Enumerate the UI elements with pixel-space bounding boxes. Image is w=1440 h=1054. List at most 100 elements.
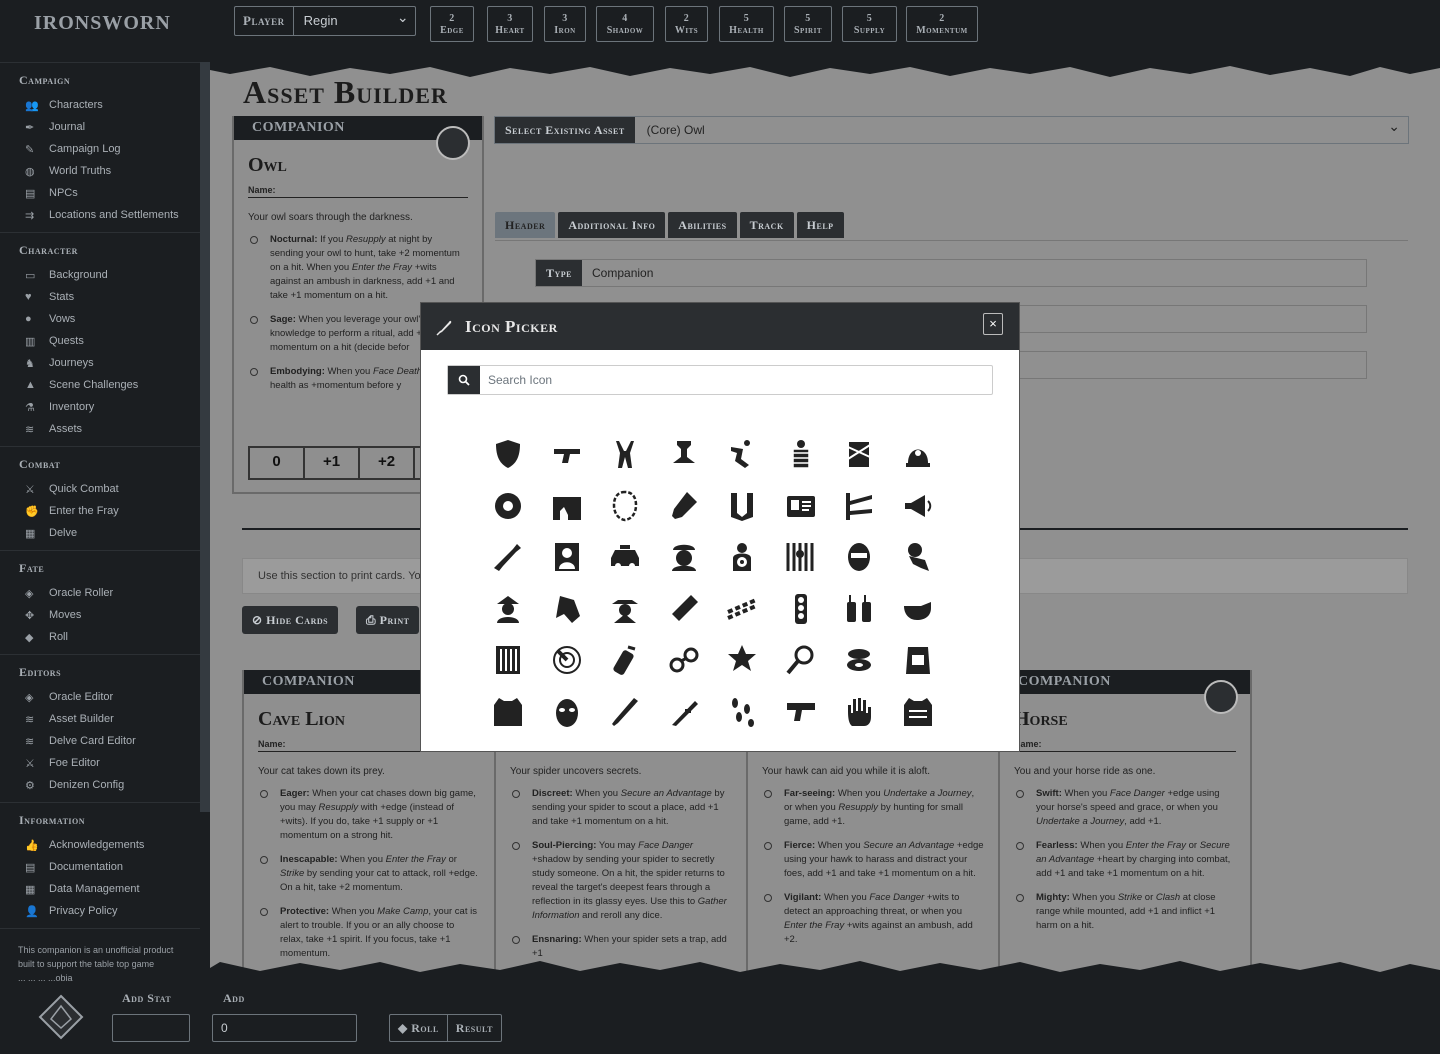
ability-checkbox[interactable]: [1016, 842, 1024, 850]
sidebar-item-assets[interactable]: ≋ Assets: [0, 418, 200, 440]
cage-icon[interactable]: [479, 643, 538, 695]
sidebar-item-oracle-editor[interactable]: ◈ Oracle Editor: [0, 686, 200, 708]
spy-icon[interactable]: [596, 592, 655, 644]
sidebar-item-quick-combat[interactable]: ⚔ Quick Combat: [0, 478, 200, 500]
stat-momentum[interactable]: 2 Momentum: [906, 6, 978, 42]
handcuffed-icon[interactable]: [713, 489, 772, 541]
detective-icon[interactable]: [479, 592, 538, 644]
track-box[interactable]: 0: [250, 448, 305, 478]
stat-spirit[interactable]: 5 Spirit: [784, 6, 832, 42]
ability-checkbox[interactable]: [764, 894, 772, 902]
tab-additional-info[interactable]: Additional Info: [558, 212, 666, 238]
sidebar-item-oracle-roller[interactable]: ◈ Oracle Roller: [0, 582, 200, 604]
ability-checkbox[interactable]: [764, 842, 772, 850]
hide-cards-button[interactable]: ⊘ Hide Cards: [242, 606, 339, 634]
sidebar-item-vows[interactable]: ● Vows: [0, 308, 200, 330]
close-button[interactable]: ×: [983, 313, 1003, 335]
sidebar-item-journeys[interactable]: ♞ Journeys: [0, 352, 200, 374]
donut-icon[interactable]: [479, 489, 538, 541]
assault-rifle-icon[interactable]: [479, 540, 538, 592]
sidebar-item-journal[interactable]: ✒ Journal: [0, 116, 200, 138]
sidebar-item-quests[interactable]: ▥ Quests: [0, 330, 200, 352]
sidebar-item-background[interactable]: ▭ Background: [0, 264, 200, 286]
print-button[interactable]: ⎙ Print: [356, 606, 420, 634]
rifle-icon[interactable]: [655, 695, 714, 747]
sheriff-star-icon[interactable]: [713, 643, 772, 695]
prisoner-icon[interactable]: [772, 437, 831, 489]
ability-checkbox[interactable]: [260, 908, 268, 916]
balaclava-icon[interactable]: [538, 695, 597, 747]
ability-checkbox[interactable]: [512, 936, 520, 944]
icon-search[interactable]: Search Icon: [447, 365, 993, 395]
stat-supply[interactable]: 5 Supply: [842, 6, 897, 42]
jail-bars-icon[interactable]: [772, 540, 831, 592]
stat-health[interactable]: 5 Health: [719, 6, 774, 42]
asset-select[interactable]: (Core) Owl: [635, 113, 1408, 143]
stat-shadow[interactable]: 4 Shadow: [596, 6, 654, 42]
stat-iron[interactable]: 3 Iron: [544, 6, 586, 42]
handcuffs-icon[interactable]: [655, 643, 714, 695]
sidebar-item-delve-card-editor[interactable]: ≋ Delve Card Editor: [0, 730, 200, 752]
select-existing-asset[interactable]: Select Existing Asset (Core) Owl: [494, 113, 1409, 144]
sidebar-item-privacy-policy[interactable]: 👤 Privacy Policy: [0, 900, 200, 922]
walkie-talkie-icon[interactable]: [830, 592, 889, 644]
megaphone-icon[interactable]: [889, 489, 948, 541]
police-officer-icon[interactable]: [655, 540, 714, 592]
player-selector[interactable]: Player Regin: [234, 3, 416, 36]
tab-abilities[interactable]: Abilities: [668, 212, 737, 238]
player-select[interactable]: Regin: [294, 3, 415, 35]
result-button[interactable]: Result: [446, 1015, 501, 1041]
add-input[interactable]: 0: [212, 1014, 357, 1042]
stop-hand-icon[interactable]: [830, 695, 889, 747]
stat-wits[interactable]: 2 Wits: [665, 6, 708, 42]
roll-button[interactable]: ◆ Roll: [390, 1015, 447, 1041]
caution-tape-icon[interactable]: [830, 437, 889, 489]
sidebar-item-world-truths[interactable]: ◍ World Truths: [0, 160, 200, 182]
evidence-bag-icon[interactable]: [889, 643, 948, 695]
sidebar-item-denizen-config[interactable]: ⚙ Denizen Config: [0, 774, 200, 796]
id-card-icon[interactable]: [772, 489, 831, 541]
sidebar-item-stats[interactable]: ♥ Stats: [0, 286, 200, 308]
mugshot-icon[interactable]: [538, 540, 597, 592]
search-input[interactable]: Search Icon: [480, 366, 552, 394]
d10-die-icon[interactable]: [38, 994, 84, 1040]
fire-extinguisher-icon[interactable]: [596, 643, 655, 695]
ability-checkbox[interactable]: [260, 790, 268, 798]
sidebar-item-asset-builder[interactable]: ≋ Asset Builder: [0, 708, 200, 730]
barrier-icon[interactable]: [830, 489, 889, 541]
stat-edge[interactable]: 2 Edge: [430, 6, 474, 42]
footprints-icon[interactable]: [713, 695, 772, 747]
robber-icon[interactable]: [830, 540, 889, 592]
donut-pile-icon[interactable]: [830, 643, 889, 695]
tab-header[interactable]: Header: [495, 212, 556, 238]
ability-checkbox[interactable]: [1016, 790, 1024, 798]
sidebar-item-data-management[interactable]: ▦ Data Management: [0, 878, 200, 900]
sidebar-item-roll[interactable]: ◆ Roll: [0, 626, 200, 648]
sidebar-scrollbar[interactable]: [200, 62, 210, 812]
ability-checkbox[interactable]: [250, 368, 258, 376]
magnifier-icon[interactable]: [772, 643, 831, 695]
billy-club-icon[interactable]: [596, 695, 655, 747]
sidebar-item-npcs[interactable]: ▤ NPCs: [0, 182, 200, 204]
sidebar-item-moves[interactable]: ✥ Moves: [0, 604, 200, 626]
flashlight-icon[interactable]: [655, 489, 714, 541]
stat-heart[interactable]: 3 Heart: [487, 6, 533, 42]
sidebar-item-delve[interactable]: ▦ Delve: [0, 522, 200, 544]
sidebar-item-characters[interactable]: 👥 Characters: [0, 94, 200, 116]
tab-help[interactable]: Help: [796, 212, 844, 238]
type-field[interactable]: Type Companion: [535, 259, 1367, 287]
crime-scene-icon[interactable]: [713, 437, 772, 489]
burning-building-icon[interactable]: [538, 489, 597, 541]
dog-icon[interactable]: [538, 592, 597, 644]
fingerprint-icon[interactable]: [596, 489, 655, 541]
track-box[interactable]: +1: [305, 448, 360, 478]
add-stat-select[interactable]: [112, 1014, 190, 1042]
sidebar-item-enter-the-fray[interactable]: ✊ Enter the Fray: [0, 500, 200, 522]
track-box[interactable]: +2: [360, 448, 415, 478]
target-dummy-icon[interactable]: [713, 540, 772, 592]
ability-checkbox[interactable]: [1016, 894, 1024, 902]
tactical-vest-icon[interactable]: [889, 695, 948, 747]
sidebar-item-documentation[interactable]: ▤ Documentation: [0, 856, 200, 878]
handgun-icon[interactable]: [772, 695, 831, 747]
sidebar-item-locations-and-settlements[interactable]: ⇉ Locations and Settlements: [0, 204, 200, 226]
